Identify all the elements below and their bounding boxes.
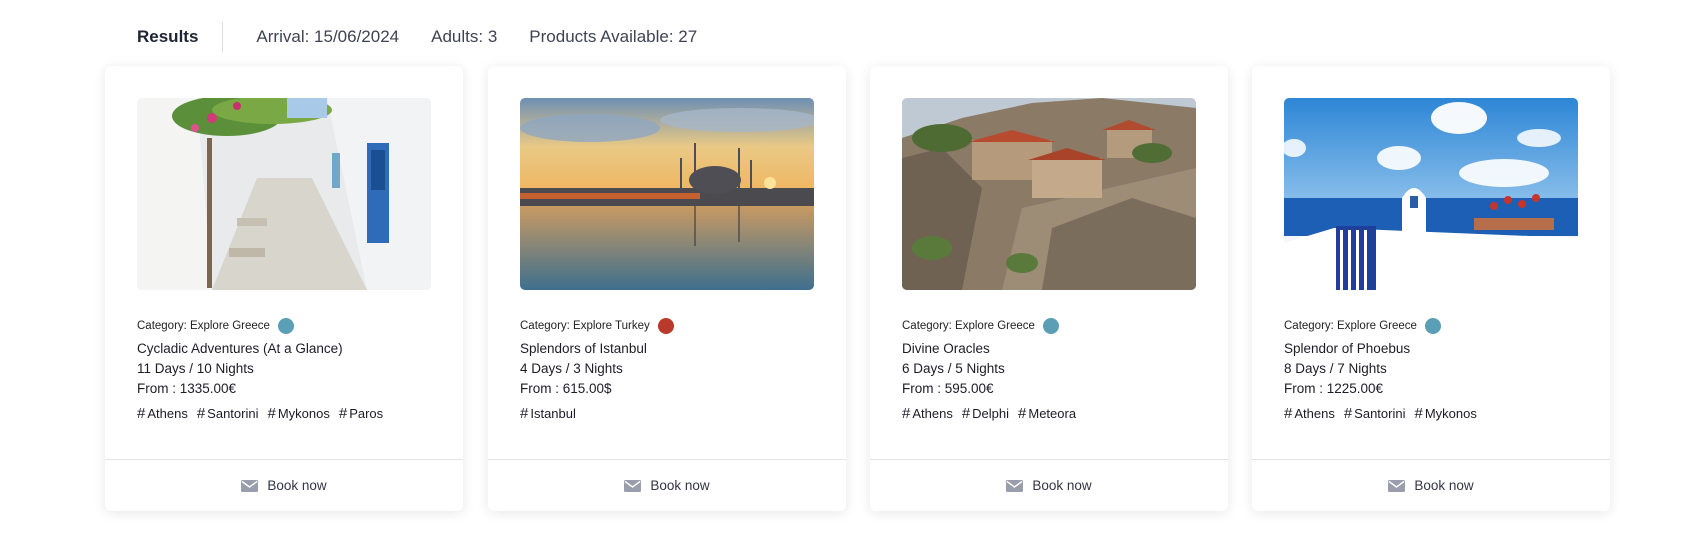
tag[interactable]: # Paros bbox=[339, 405, 383, 422]
tour-price: From : 595.00€ bbox=[902, 381, 994, 396]
tag[interactable]: # Santorini bbox=[1344, 405, 1406, 422]
hash-icon: # bbox=[137, 405, 146, 422]
envelope-icon bbox=[1006, 479, 1024, 492]
tour-tags: # Athens # Santorini # Mykonos # Paros bbox=[137, 405, 392, 422]
tag[interactable]: # Athens bbox=[1284, 405, 1335, 422]
tour-title[interactable]: Splendor of Phoebus bbox=[1284, 341, 1410, 356]
book-now-button[interactable]: Book now bbox=[1252, 460, 1610, 511]
tour-card: Category: Explore Greece Divine Oracles … bbox=[870, 66, 1228, 511]
category-row: Category: Explore Greece bbox=[902, 318, 1059, 334]
category-color-dot bbox=[1042, 318, 1059, 334]
tour-photo[interactable] bbox=[902, 98, 1196, 290]
tag[interactable]: # Istanbul bbox=[520, 405, 576, 422]
adults-count: Adults: 3 bbox=[431, 27, 498, 46]
results-summary-bar: Results Arrival: 15/06/2024 Adults: 3 Pr… bbox=[137, 22, 697, 52]
book-now-label: Book now bbox=[1032, 478, 1092, 493]
category-row: Category: Explore Greece bbox=[137, 318, 294, 334]
tour-tags: # Athens # Santorini # Mykonos bbox=[1284, 405, 1486, 422]
tour-tags: # Athens # Delphi # Meteora bbox=[902, 405, 1085, 422]
tag[interactable]: # Athens bbox=[137, 405, 188, 422]
hash-icon: # bbox=[267, 405, 276, 422]
category-label: Category: Explore Turkey bbox=[520, 320, 650, 332]
tour-duration: 4 Days / 3 Nights bbox=[520, 361, 623, 376]
tour-card: Category: Explore Greece Splendor of Pho… bbox=[1252, 66, 1610, 511]
tour-tags: # Istanbul bbox=[520, 405, 585, 422]
hash-icon: # bbox=[1018, 405, 1027, 422]
envelope-icon bbox=[241, 479, 259, 492]
book-now-label: Book now bbox=[650, 478, 710, 493]
tour-card: Category: Explore Turkey Splendors of Is… bbox=[488, 66, 846, 511]
hash-icon: # bbox=[520, 405, 529, 422]
hash-icon: # bbox=[1343, 405, 1353, 422]
envelope-icon bbox=[624, 479, 642, 492]
book-now-button[interactable]: Book now bbox=[488, 460, 846, 511]
hash-icon: # bbox=[961, 405, 971, 422]
tour-photo[interactable] bbox=[1284, 98, 1578, 290]
hash-icon: # bbox=[196, 405, 206, 422]
tour-title[interactable]: Divine Oracles bbox=[902, 341, 990, 356]
tour-price: From : 615.00$ bbox=[520, 381, 612, 396]
tour-duration: 6 Days / 5 Nights bbox=[902, 361, 1005, 376]
category-label: Category: Explore Greece bbox=[1284, 320, 1417, 332]
products-available: Products Available: 27 bbox=[529, 27, 698, 46]
tag[interactable]: # Delphi bbox=[962, 405, 1009, 422]
tour-price: From : 1335.00€ bbox=[137, 381, 237, 396]
category-color-dot bbox=[657, 318, 674, 334]
book-now-button[interactable]: Book now bbox=[105, 460, 463, 511]
tag[interactable]: # Athens bbox=[902, 405, 953, 422]
hash-icon: # bbox=[338, 405, 348, 422]
results-heading: Results bbox=[137, 22, 224, 52]
envelope-icon bbox=[1388, 479, 1406, 492]
hash-icon: # bbox=[1414, 405, 1423, 422]
hash-icon: # bbox=[902, 405, 911, 422]
category-color-dot bbox=[1424, 318, 1441, 334]
tag[interactable]: # Santorini bbox=[197, 405, 259, 422]
tour-duration: 11 Days / 10 Nights bbox=[137, 361, 254, 376]
hash-icon: # bbox=[1284, 405, 1293, 422]
category-row: Category: Explore Turkey bbox=[520, 318, 674, 334]
category-label: Category: Explore Greece bbox=[902, 320, 1035, 332]
tag[interactable]: # Mykonos bbox=[267, 405, 329, 422]
category-label: Category: Explore Greece bbox=[137, 320, 270, 332]
tour-card: Category: Explore Greece Cycladic Advent… bbox=[105, 66, 463, 511]
tour-price: From : 1225.00€ bbox=[1284, 381, 1384, 396]
tag[interactable]: # Mykonos bbox=[1414, 405, 1476, 422]
book-now-label: Book now bbox=[267, 478, 327, 493]
arrival-date: Arrival: 15/06/2024 bbox=[256, 27, 400, 46]
tour-duration: 8 Days / 7 Nights bbox=[1284, 361, 1387, 376]
category-row: Category: Explore Greece bbox=[1284, 318, 1441, 334]
category-color-dot bbox=[277, 318, 294, 334]
book-now-button[interactable]: Book now bbox=[870, 460, 1228, 511]
tour-photo[interactable] bbox=[520, 98, 814, 290]
tour-photo[interactable] bbox=[137, 98, 431, 290]
book-now-label: Book now bbox=[1414, 478, 1474, 493]
tour-title[interactable]: Cycladic Adventures (At a Glance) bbox=[137, 341, 343, 356]
tour-title[interactable]: Splendors of Istanbul bbox=[520, 341, 647, 356]
tag[interactable]: # Meteora bbox=[1018, 405, 1076, 422]
